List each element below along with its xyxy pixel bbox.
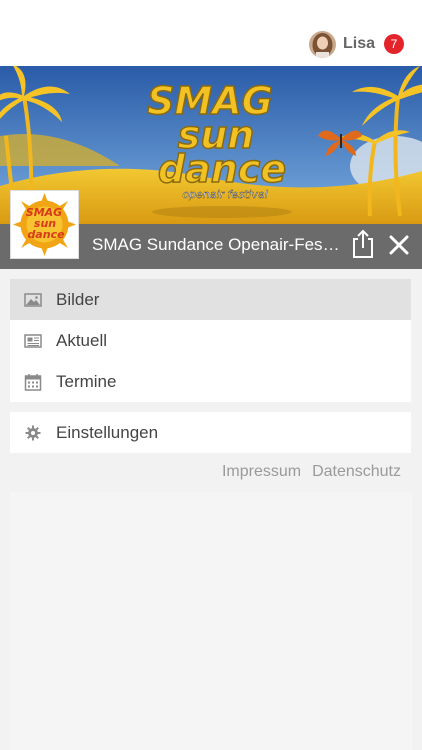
share-icon xyxy=(353,229,373,258)
svg-text:dance: dance xyxy=(27,228,65,241)
main-menu: Bilder Aktuell Termine xyxy=(10,279,411,402)
menu-item-einstellungen[interactable]: Einstellungen xyxy=(10,412,411,453)
event-logo: SMAG sun dance xyxy=(10,190,79,259)
menu-item-bilder[interactable]: Bilder xyxy=(10,279,411,320)
banner-subtext: openair festival xyxy=(182,188,267,201)
menu-item-label: Bilder xyxy=(56,289,100,309)
content-area xyxy=(10,492,412,750)
share-button[interactable] xyxy=(350,229,376,259)
newspaper-icon xyxy=(24,332,42,350)
image-icon xyxy=(24,291,42,309)
calendar-icon xyxy=(24,373,42,391)
close-icon xyxy=(389,235,409,255)
menu-item-aktuell[interactable]: Aktuell xyxy=(10,320,411,361)
close-button[interactable] xyxy=(386,232,412,258)
impressum-link[interactable]: Impressum xyxy=(222,463,301,481)
menu-item-label: Einstellungen xyxy=(56,422,159,442)
top-bar: Lisa 7 xyxy=(0,0,422,66)
menu-item-label: Termine xyxy=(56,371,117,391)
notification-badge[interactable]: 7 xyxy=(384,34,404,54)
banner-text-3: dance xyxy=(158,147,286,191)
menu-item-termine[interactable]: Termine xyxy=(10,361,411,402)
user-name[interactable]: Lisa xyxy=(343,35,375,53)
settings-menu: Einstellungen xyxy=(10,412,411,453)
event-title: SMAG Sundance Openair-Festival xyxy=(92,235,342,254)
gear-icon xyxy=(24,424,42,442)
avatar[interactable] xyxy=(308,30,336,58)
footer-links: Impressum Datenschutz xyxy=(222,463,401,481)
menu-item-label: Aktuell xyxy=(56,330,108,350)
user-menu[interactable]: Lisa 7 xyxy=(308,29,404,59)
datenschutz-link[interactable]: Datenschutz xyxy=(312,463,401,481)
